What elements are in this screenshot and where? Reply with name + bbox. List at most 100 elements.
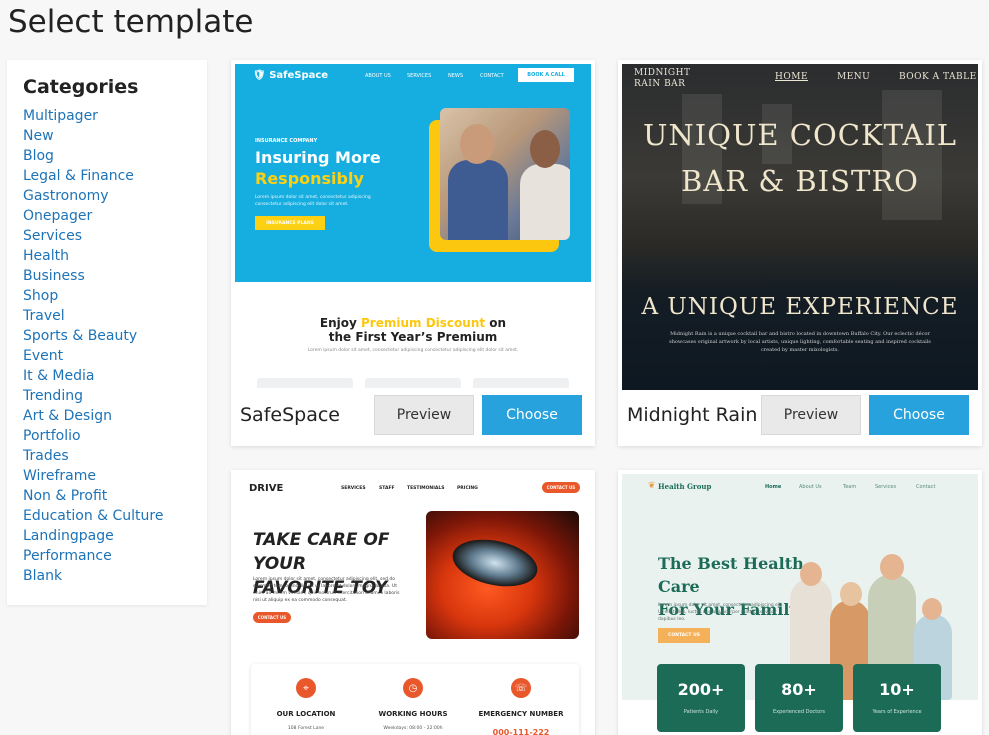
- safespace-kicker: INSURANCE COMPANY: [255, 138, 318, 144]
- clock-icon: ◷: [403, 678, 423, 698]
- health-group-nav-item: Contact: [916, 484, 936, 490]
- template-name: SafeSpace: [240, 404, 340, 426]
- category-services[interactable]: Services: [23, 226, 191, 246]
- template-thumbnail-midnight-rain[interactable]: MIDNIGHT RAIN BAR HOME MENU BOOK A TABLE…: [622, 64, 978, 390]
- drive-logo: DRIVE: [249, 483, 284, 494]
- drive-contact-button: CONTACT US: [542, 482, 580, 493]
- preview-button[interactable]: Preview: [761, 395, 861, 435]
- category-landingpage[interactable]: Landingpage: [23, 526, 191, 546]
- midnight-rain-nav-item: HOME: [775, 72, 809, 82]
- stat-number: 10+: [879, 680, 915, 699]
- categories-panel: Categories Multipager New Blog Legal & F…: [7, 60, 207, 605]
- category-legal-finance[interactable]: Legal & Finance: [23, 166, 191, 186]
- category-multipager[interactable]: Multipager: [23, 106, 191, 126]
- category-shop[interactable]: Shop: [23, 286, 191, 306]
- leaf-icon: ❦: [648, 481, 656, 491]
- category-blank[interactable]: Blank: [23, 566, 191, 586]
- safespace-headline: Insuring More: [255, 148, 381, 167]
- safespace-book-call: BOOK A CALL: [518, 68, 574, 82]
- category-new[interactable]: New: [23, 126, 191, 146]
- category-gastronomy[interactable]: Gastronomy: [23, 186, 191, 206]
- category-event[interactable]: Event: [23, 346, 191, 366]
- safespace-headline-accent: Responsibly: [255, 169, 364, 188]
- photo-figure: [840, 582, 862, 606]
- info-label: WORKING HOURS: [378, 710, 448, 718]
- categories-list: Multipager New Blog Legal & Finance Gast…: [23, 106, 191, 586]
- health-group-body: Lorem ipsum dolor sit amet, consectetur …: [658, 603, 784, 622]
- category-business[interactable]: Business: [23, 266, 191, 286]
- drive-nav-item: SERVICES: [341, 486, 366, 491]
- category-it-media[interactable]: It & Media: [23, 366, 191, 386]
- category-non-profit[interactable]: Non & Profit: [23, 486, 191, 506]
- stat-card: 200+ Patients Daily: [657, 664, 745, 732]
- health-group-cta: CONTACT US: [658, 628, 710, 643]
- category-travel[interactable]: Travel: [23, 306, 191, 326]
- category-onepager[interactable]: Onepager: [23, 206, 191, 226]
- midnight-rain-headline: BAR & BISTRO: [681, 164, 919, 198]
- safespace-nav-item: ABOUT US: [365, 73, 391, 79]
- midnight-rain-logo: MIDNIGHT RAIN BAR: [634, 68, 691, 89]
- stat-card: 10+ Years of Experience: [853, 664, 941, 732]
- photo-figure: [800, 562, 822, 586]
- template-card-safespace: 🛡 SafeSpace ABOUT US SERVICES NEWS CONTA…: [231, 60, 595, 446]
- page-title: Select template: [8, 4, 254, 40]
- choose-button[interactable]: Choose: [482, 395, 582, 435]
- safespace-photo: [440, 108, 570, 240]
- midnight-rain-body: Midnight Rain is a unique cocktail bar a…: [669, 331, 931, 353]
- template-card-midnight-rain: MIDNIGHT RAIN BAR HOME MENU BOOK A TABLE…: [618, 60, 982, 446]
- category-portfolio[interactable]: Portfolio: [23, 426, 191, 446]
- drive-body: Lorem ipsum dolor sit amet, consectetur …: [253, 577, 400, 603]
- safespace-hero: 🛡 SafeSpace ABOUT US SERVICES NEWS CONTA…: [235, 64, 591, 282]
- midnight-rain-nav-item: MENU: [837, 72, 871, 82]
- health-group-nav-item: About Us: [799, 484, 822, 490]
- drive-car-image: [426, 511, 579, 639]
- stat-card: 80+ Experienced Doctors: [755, 664, 843, 732]
- photo-figure: [460, 124, 494, 164]
- health-group-nav-item: Home: [765, 484, 782, 490]
- location-icon: ⌖: [296, 678, 316, 698]
- safespace-offer-title-line2: the First Year’s Premium: [328, 330, 498, 344]
- safespace-nav-item: NEWS: [448, 73, 464, 79]
- safespace-nav-item: SERVICES: [407, 73, 432, 79]
- photo-figure: [530, 130, 560, 168]
- safespace-offer-title: Enjoy Premium Discount on: [319, 316, 507, 330]
- category-blog[interactable]: Blog: [23, 146, 191, 166]
- drive-nav-item: STAFF: [379, 486, 395, 491]
- photo-figure: [880, 554, 904, 580]
- health-group-logo: Health Group: [658, 482, 712, 491]
- midnight-rain-nav-item: BOOK A TABLE: [899, 72, 977, 82]
- choose-button[interactable]: Choose: [869, 395, 969, 435]
- category-trending[interactable]: Trending: [23, 386, 191, 406]
- template-thumbnail-safespace[interactable]: 🛡 SafeSpace ABOUT US SERVICES NEWS CONTA…: [235, 64, 591, 390]
- safespace-body: Lorem ipsum dolor sit amet, consectetur …: [255, 195, 371, 207]
- template-thumbnail-health-group[interactable]: ❦ Health Group Home About Us Team Servic…: [622, 474, 978, 735]
- safespace-cta: INSURANCE PLANS: [255, 216, 325, 230]
- car-headlight: [448, 532, 542, 594]
- category-wireframe[interactable]: Wireframe: [23, 466, 191, 486]
- template-name: Midnight Rain: [627, 404, 762, 426]
- template-thumbnail-drive[interactable]: DRIVE SERVICES STAFF TESTIMONIALS PRICIN…: [235, 474, 591, 735]
- info-value: 108 Forest Lane: [287, 726, 325, 731]
- preview-button[interactable]: Preview: [374, 395, 474, 435]
- bar-window: [882, 90, 942, 220]
- info-label: EMERGENCY NUMBER: [478, 710, 564, 718]
- category-art-design[interactable]: Art & Design: [23, 406, 191, 426]
- safespace-logo: 🛡 SafeSpace: [253, 70, 329, 81]
- drive-nav-item: PRICING: [457, 486, 478, 491]
- category-performance[interactable]: Performance: [23, 546, 191, 566]
- midnight-rain-subheadline: A UNIQUE EXPERIENCE: [641, 294, 959, 320]
- category-education-culture[interactable]: Education & Culture: [23, 506, 191, 526]
- phone-icon: ☏: [511, 678, 531, 698]
- category-trades[interactable]: Trades: [23, 446, 191, 466]
- health-group-nav-item: Team: [843, 484, 857, 490]
- photo-figure: [520, 164, 570, 240]
- stat-number: 200+: [677, 680, 725, 699]
- drive-info-panel: ⌖ ◷ ☏ OUR LOCATION WORKING HOURS EMERGEN…: [251, 664, 579, 735]
- category-health[interactable]: Health: [23, 246, 191, 266]
- stat-number: 80+: [781, 680, 817, 699]
- template-card-health-group: ❦ Health Group Home About Us Team Servic…: [618, 470, 982, 735]
- photo-figure: [922, 598, 942, 620]
- photo-figure: [448, 160, 508, 240]
- info-label: OUR LOCATION: [276, 710, 336, 718]
- category-sports-beauty[interactable]: Sports & Beauty: [23, 326, 191, 346]
